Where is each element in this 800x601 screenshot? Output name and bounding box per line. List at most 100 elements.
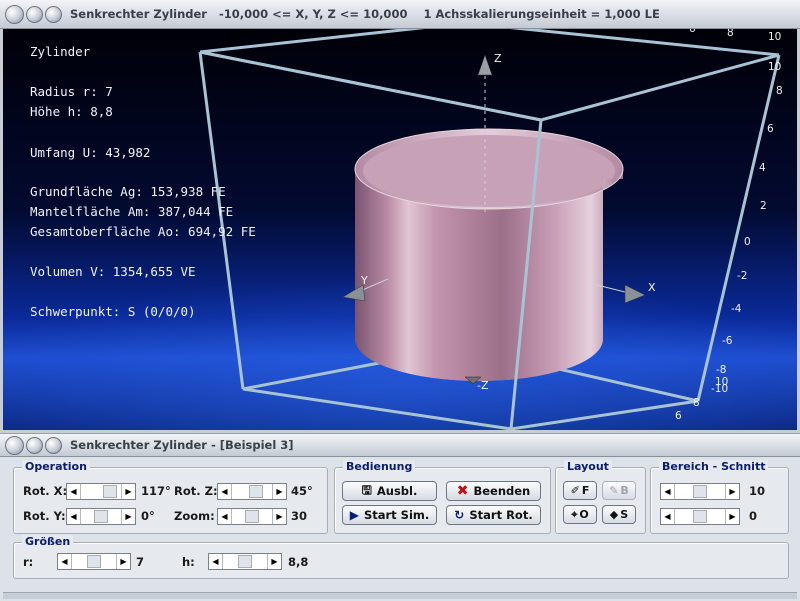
beenden-button[interactable]: ✖ Beenden [446,481,541,501]
maximize-button[interactable] [45,5,62,23]
axis-tick-label: 2 [760,200,767,212]
schnitt-value: 0 [749,509,758,523]
slider-right-arrow-icon[interactable]: ▶ [272,484,286,499]
bereich-slider[interactable]: ◀ ▶ [660,483,740,500]
view-titlebar[interactable]: Senkrechter Zylinder -10,000 <= X, Y, Z … [0,0,800,29]
r-slider[interactable]: ◀ ▶ [57,553,131,570]
axis-tick-label: 6 [689,29,696,35]
slider-left-arrow-icon[interactable]: ◀ [209,554,223,569]
slider-thumb[interactable] [87,555,101,568]
maximize-button[interactable] [45,436,62,454]
slider-right-arrow-icon[interactable]: ▶ [116,554,130,569]
bedienung-label: Bedienung [343,460,416,473]
neg-z-axis-label: -Z [477,379,489,392]
slider-thumb[interactable] [94,510,108,523]
schnitt-slider[interactable]: ◀ ▶ [660,508,740,525]
slider-thumb[interactable] [238,555,252,568]
axis-tick-label: -2 [737,270,748,282]
info-umfang: Umfang U: 43,982 [30,145,151,160]
layout-f-button[interactable]: ✐ F [563,481,597,500]
zoom-value: 30 [291,509,308,523]
slider-thumb[interactable] [693,510,707,523]
slider-thumb[interactable] [693,485,707,498]
layout-label: Layout [564,460,612,473]
slider-left-arrow-icon[interactable]: ◀ [67,509,81,524]
groessen-panel: Größen r: ◀ ▶ 7 h: ◀ ▶ 8,8 [13,535,789,579]
controls-titlebar[interactable]: Senkrechter Zylinder - [Beispiel 3] [0,434,800,457]
slider-right-arrow-icon[interactable]: ▶ [725,484,739,499]
cylinder [354,128,624,381]
axis-tick-label: 10 [768,61,782,73]
x-axis-label: X [648,281,656,294]
h-slider[interactable]: ◀ ▶ [208,553,282,570]
brush-icon: ✐ [570,484,580,497]
slider-right-arrow-icon[interactable]: ▶ [272,509,286,524]
info-gesamtoberflaeche: Gesamtoberfläche Ao: 694,92 FE [30,224,256,239]
slider-thumb[interactable] [245,510,259,523]
zoom-label: Zoom: [174,509,215,523]
slider-right-arrow-icon[interactable]: ▶ [267,554,281,569]
operation-panel: Operation Rot. X: ◀ ▶ 117° Rot. Z: ◀ ▶ 4… [13,460,328,534]
slider-left-arrow-icon[interactable]: ◀ [67,484,81,499]
slider-right-arrow-icon[interactable]: ▶ [121,509,135,524]
layout-o-button[interactable]: ⌖ O [563,505,597,524]
axis-tick-label: -4 [731,303,742,315]
rot-x-slider[interactable]: ◀ ▶ [66,483,136,500]
axis-tick-label: 10 [715,376,729,388]
window-menu-button[interactable] [5,4,24,24]
info-mantelflaeche: Mantelfläche Am: 387,044 FE [30,204,234,219]
info-heading: Zylinder [30,44,91,59]
close-icon: ✖ [456,483,469,499]
info-radius: Radius r: 7 [30,84,113,99]
axis-tick-label: 4 [759,162,766,174]
start-sim-button[interactable]: ▶ Start Sim. [342,505,437,525]
slider-left-arrow-icon[interactable]: ◀ [661,484,675,499]
bereich-label: Bereich - Schnitt [659,460,769,473]
view-title: Senkrechter Zylinder -10,000 <= X, Y, Z … [70,7,660,21]
slider-thumb[interactable] [249,485,263,498]
r-label: r: [23,555,34,569]
controls-window: Senkrechter Zylinder - [Beispiel 3] Oper… [0,433,800,601]
axis-tick-label: -6 [722,335,733,347]
h-label: h: [182,555,195,569]
h-value: 8,8 [288,555,309,569]
axis-tick-label: 6 [767,123,774,135]
axis-tick-label: 8 [727,29,734,39]
minimize-button[interactable] [26,5,43,23]
info-volumen: Volumen V: 1354,655 VE [30,264,196,279]
minimize-button[interactable] [26,436,43,454]
slider-left-arrow-icon[interactable]: ◀ [218,484,232,499]
slider-right-arrow-icon[interactable]: ▶ [725,509,739,524]
window-menu-button[interactable] [5,435,24,455]
rot-y-label: Rot. Y: [23,509,66,523]
layout-s-button[interactable]: ◆ S [602,505,636,524]
layout-panel: Layout ✐ F ✎ B ⌖ O ◆ S [555,460,646,534]
info-grundflaeche: Grundfläche Ag: 153,938 FE [30,184,226,199]
zoom-slider[interactable]: ◀ ▶ [217,508,287,525]
rotate-icon: ↻ [454,508,465,522]
play-icon: ▶ [349,508,359,522]
crosshair-icon: ⌖ [571,507,578,521]
slider-left-arrow-icon[interactable]: ◀ [58,554,72,569]
start-rot-button[interactable]: ↻ Start Rot. [446,505,541,525]
groessen-label: Größen [22,535,74,548]
axis-tick-label: 10 [768,31,782,43]
slider-right-arrow-icon[interactable]: ▶ [121,484,135,499]
operation-label: Operation [22,460,90,473]
pen-icon: ✎ [609,484,619,497]
slider-left-arrow-icon[interactable]: ◀ [661,509,675,524]
3d-viewport[interactable]: Z Y X -Z 10 8 6 4 2 0 -2 -4 -6 -8 -10 6 8 10 10 8 6 Zy… [3,29,797,430]
slider-left-arrow-icon[interactable]: ◀ [218,509,232,524]
r-value: 7 [136,555,145,569]
rot-z-value: 45° [291,484,313,498]
slider-thumb[interactable] [103,485,117,498]
rot-z-slider[interactable]: ◀ ▶ [217,483,287,500]
ausbl-button[interactable]: 🖫 Ausbl. [342,481,437,501]
axis-tick-label: 8 [776,85,783,97]
rot-y-slider[interactable]: ◀ ▶ [66,508,136,525]
rot-z-label: Rot. Z: [174,484,218,498]
axis-tick-label: 0 [744,236,751,248]
axis-tick-label: 6 [675,410,682,422]
rot-x-value: 117° [141,484,171,498]
layout-b-button[interactable]: ✎ B [602,481,636,500]
